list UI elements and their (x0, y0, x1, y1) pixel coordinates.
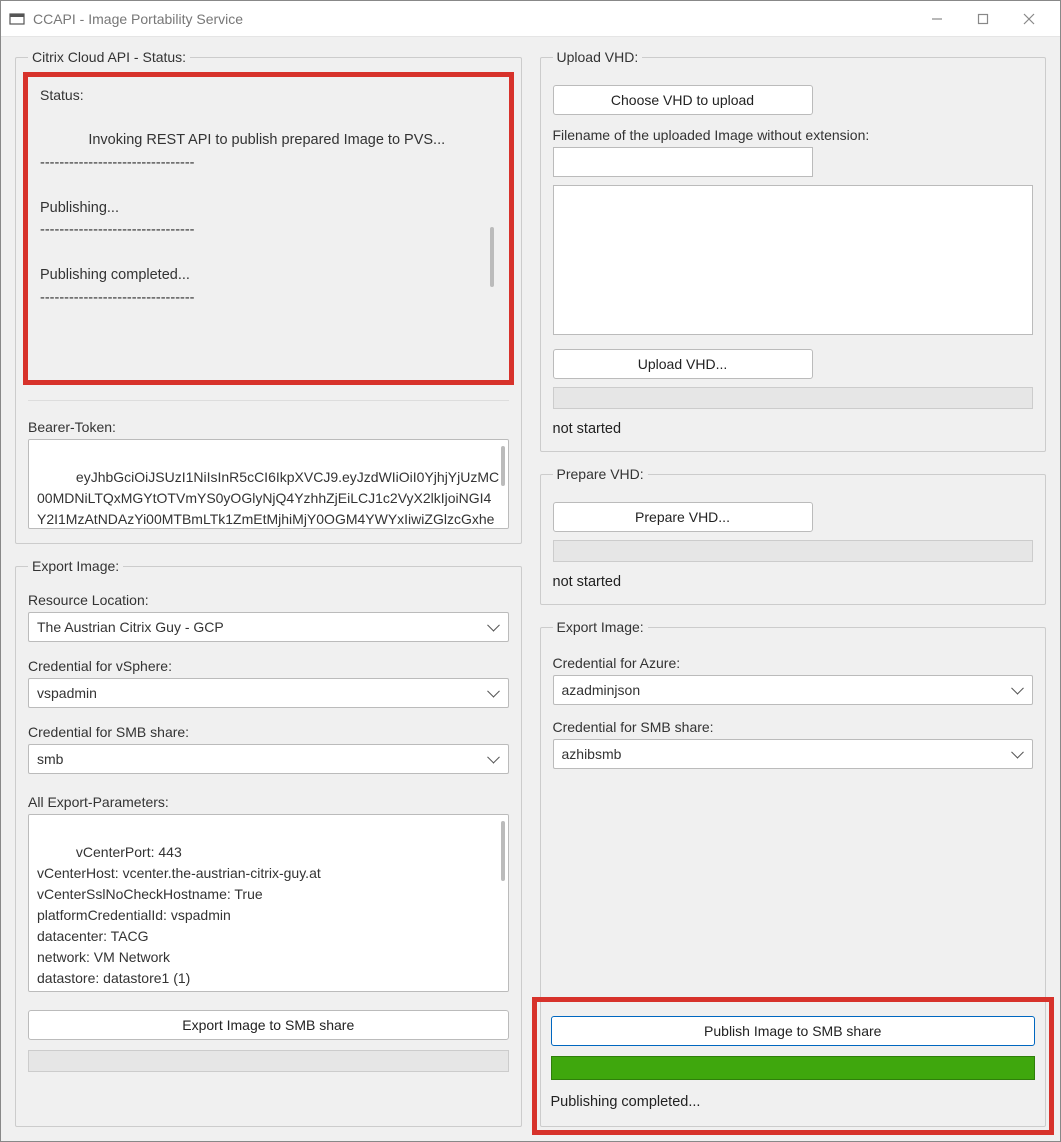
app-window: CCAPI - Image Portability Service Citrix… (0, 0, 1061, 1142)
app-icon (9, 11, 25, 27)
status-group-legend: Citrix Cloud API - Status: (28, 49, 190, 65)
upload-group-legend: Upload VHD: (553, 49, 643, 65)
prepare-vhd-button[interactable]: Prepare VHD... (553, 502, 813, 532)
publish-highlight: Publish Image to SMB share Publishing co… (537, 1002, 1050, 1130)
publish-status-text: Publishing completed... (551, 1094, 1036, 1110)
status-log-textbox[interactable]: Invoking REST API to publish prepared Im… (40, 107, 497, 354)
export-params-textbox[interactable]: vCenterPort: 443 vCenterHost: vcenter.th… (28, 814, 509, 992)
status-label: Status: (40, 87, 497, 103)
window-title: CCAPI - Image Portability Service (33, 11, 914, 27)
filename-label: Filename of the uploaded Image without e… (553, 127, 1034, 143)
client-area: Citrix Cloud API - Status: Status: Invok… (1, 37, 1060, 1141)
vsphere-credential-select[interactable]: vspadmin (28, 678, 509, 708)
export-image-button[interactable]: Export Image to SMB share (28, 1010, 509, 1040)
scrollbar-thumb[interactable] (501, 821, 505, 881)
prepare-status-text: not started (553, 574, 1034, 590)
smb-credential-label-right: Credential for SMB share: (553, 719, 1034, 735)
prepare-group-legend: Prepare VHD: (553, 466, 648, 482)
upload-status-text: not started (553, 421, 1034, 437)
publish-image-button-label: Publish Image to SMB share (704, 1023, 881, 1039)
export-group-legend-left: Export Image: (28, 558, 123, 574)
bearer-token-textbox[interactable]: eyJhbGciOiJSUzI1NiIsInR5cCI6IkpXVCJ9.eyJ… (28, 439, 509, 529)
bearer-label: Bearer-Token: (28, 419, 509, 435)
export-params-text: vCenterPort: 443 vCenterHost: vcenter.th… (37, 844, 321, 992)
azure-credential-label: Credential for Azure: (553, 655, 1034, 671)
prepare-progress-bar (553, 540, 1034, 562)
publish-progress-bar (551, 1056, 1036, 1080)
vsphere-credential-value: vspadmin (37, 685, 97, 701)
titlebar: CCAPI - Image Portability Service (1, 1, 1060, 37)
scrollbar-thumb[interactable] (490, 227, 494, 287)
upload-progress-bar (553, 387, 1034, 409)
status-group: Citrix Cloud API - Status: Status: Invok… (15, 49, 522, 544)
close-button[interactable] (1006, 2, 1052, 36)
azure-credential-value: azadminjson (562, 682, 641, 698)
right-column: Upload VHD: Choose VHD to upload Filenam… (540, 49, 1047, 1127)
resource-location-select[interactable]: The Austrian Citrix Guy - GCP (28, 612, 509, 642)
export-progress-bar (28, 1050, 509, 1072)
choose-vhd-button-label: Choose VHD to upload (611, 92, 754, 108)
bearer-token-text: eyJhbGciOiJSUzI1NiIsInR5cCI6IkpXVCJ9.eyJ… (37, 469, 499, 529)
upload-preview-box (553, 185, 1034, 335)
window-controls (914, 2, 1052, 36)
choose-vhd-button[interactable]: Choose VHD to upload (553, 85, 813, 115)
smb-credential-value-right: azhibsmb (562, 746, 622, 762)
left-column: Citrix Cloud API - Status: Status: Invok… (15, 49, 522, 1127)
export-params-label: All Export-Parameters: (28, 794, 509, 810)
status-log-text: Invoking REST API to publish prepared Im… (40, 132, 445, 305)
resource-location-label: Resource Location: (28, 592, 509, 608)
upload-vhd-button-label: Upload VHD... (638, 356, 727, 372)
prepare-vhd-group: Prepare VHD: Prepare VHD... not started (540, 466, 1047, 605)
minimize-button[interactable] (914, 2, 960, 36)
prepare-vhd-button-label: Prepare VHD... (635, 509, 730, 525)
upload-vhd-button[interactable]: Upload VHD... (553, 349, 813, 379)
vsphere-credential-label: Credential for vSphere: (28, 658, 509, 674)
export-image-button-label: Export Image to SMB share (182, 1017, 354, 1033)
smb-credential-select-right[interactable]: azhibsmb (553, 739, 1034, 769)
upload-vhd-group: Upload VHD: Choose VHD to upload Filenam… (540, 49, 1047, 452)
publish-image-button[interactable]: Publish Image to SMB share (551, 1016, 1036, 1046)
resource-location-value: The Austrian Citrix Guy - GCP (37, 619, 224, 635)
export-image-group-right: Export Image: Credential for Azure: azad… (540, 619, 1047, 1127)
smb-credential-select-left[interactable]: smb (28, 744, 509, 774)
export-image-group-left: Export Image: Resource Location: The Aus… (15, 558, 522, 1127)
maximize-button[interactable] (960, 2, 1006, 36)
filename-input[interactable] (553, 147, 813, 177)
smb-credential-value-left: smb (37, 751, 63, 767)
status-highlight: Status: Invoking REST API to publish pre… (28, 77, 509, 380)
export-group-legend-right: Export Image: (553, 619, 648, 635)
smb-credential-label-left: Credential for SMB share: (28, 724, 509, 740)
azure-credential-select[interactable]: azadminjson (553, 675, 1034, 705)
scrollbar-thumb[interactable] (501, 446, 505, 486)
